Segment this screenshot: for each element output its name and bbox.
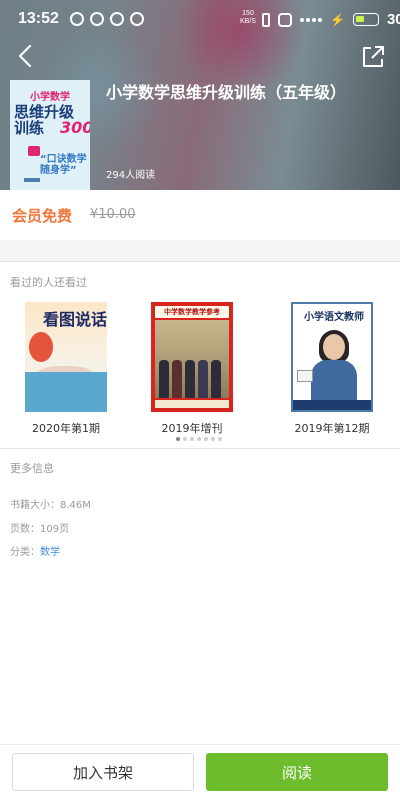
notification-icon (90, 12, 104, 26)
recommended-book[interactable]: 小学语文教师 2019年第12期 (280, 302, 384, 436)
publisher-logo (24, 178, 40, 182)
pager-dot (211, 437, 215, 441)
recommended-book[interactable]: 中学数学教学参考 2019年增刊 (140, 302, 244, 436)
book-detail-screen: 13:52 150 KB/S ⚡ 30 小学数学 思维升级 训练 30 “口诀数… (0, 0, 400, 800)
bottom-action-bar: 加入书架 阅读 (0, 744, 400, 800)
pager-dot (176, 437, 180, 441)
recommended-book-cover: 看图说话 (25, 302, 107, 412)
original-price: ¥10.00 (90, 207, 136, 222)
section-divider (0, 448, 400, 449)
recommended-book-caption: 2019年增刊 (161, 422, 223, 435)
notification-icons (70, 12, 144, 26)
pager-dot (190, 437, 194, 441)
recommended-book-caption: 2020年第1期 (32, 422, 100, 435)
more-info-title: 更多信息 (10, 462, 54, 475)
check-icon (130, 12, 144, 26)
book-title: 小学数学思维升级训练（五年级） (106, 83, 347, 102)
pager-dot (218, 437, 222, 441)
status-bar: 13:52 150 KB/S ⚡ 30 (0, 0, 400, 38)
category-link[interactable]: 数学 (40, 547, 60, 558)
carousel-pager (176, 437, 222, 441)
read-button[interactable]: 阅读 (206, 753, 388, 791)
book-header: 13:52 150 KB/S ⚡ 30 小学数学 思维升级 训练 30 “口诀数… (0, 0, 400, 190)
recommended-book[interactable]: 看图说话 2020年第1期 (14, 302, 118, 436)
share-icon (363, 46, 384, 67)
battery-level: 30 (386, 11, 400, 28)
back-button[interactable] (12, 42, 40, 70)
recommended-book-cover: 小学语文教师 (291, 302, 373, 412)
battery-icon (352, 13, 379, 26)
book-cover: 小学数学 思维升级 训练 300 “口诀数学 随身学” (10, 80, 90, 190)
add-to-shelf-button[interactable]: 加入书架 (12, 753, 194, 791)
info-file-size: 书籍大小：8.46M (10, 500, 91, 511)
chevron-left-icon (18, 44, 32, 68)
vip-free-label: 会员免费 (12, 207, 73, 225)
recommended-book-cover: 中学数学教学参考 (151, 302, 233, 412)
signal-icon (300, 17, 322, 22)
info-page-count: 页数：109页 (10, 524, 70, 535)
section-divider (0, 240, 400, 262)
status-time: 13:52 (18, 10, 59, 27)
notification-icon (70, 12, 84, 26)
alarm-icon (278, 12, 292, 27)
recommendations-title: 看过的人还看过 (10, 276, 87, 289)
read-count: 294人阅读 (106, 170, 156, 181)
pager-dot (183, 437, 187, 441)
network-speed: 150 KB/S (240, 10, 256, 25)
hotspot-icon (110, 12, 124, 26)
pager-dot (197, 437, 201, 441)
share-button[interactable] (360, 44, 386, 70)
vibrate-icon (262, 12, 270, 27)
pager-dot (204, 437, 208, 441)
info-category: 分类：数学 (10, 547, 60, 558)
recommended-book-caption: 2019年第12期 (294, 422, 370, 435)
price-row: 会员免费 ¥10.00 (0, 190, 400, 240)
charging-icon: ⚡ (330, 12, 345, 27)
